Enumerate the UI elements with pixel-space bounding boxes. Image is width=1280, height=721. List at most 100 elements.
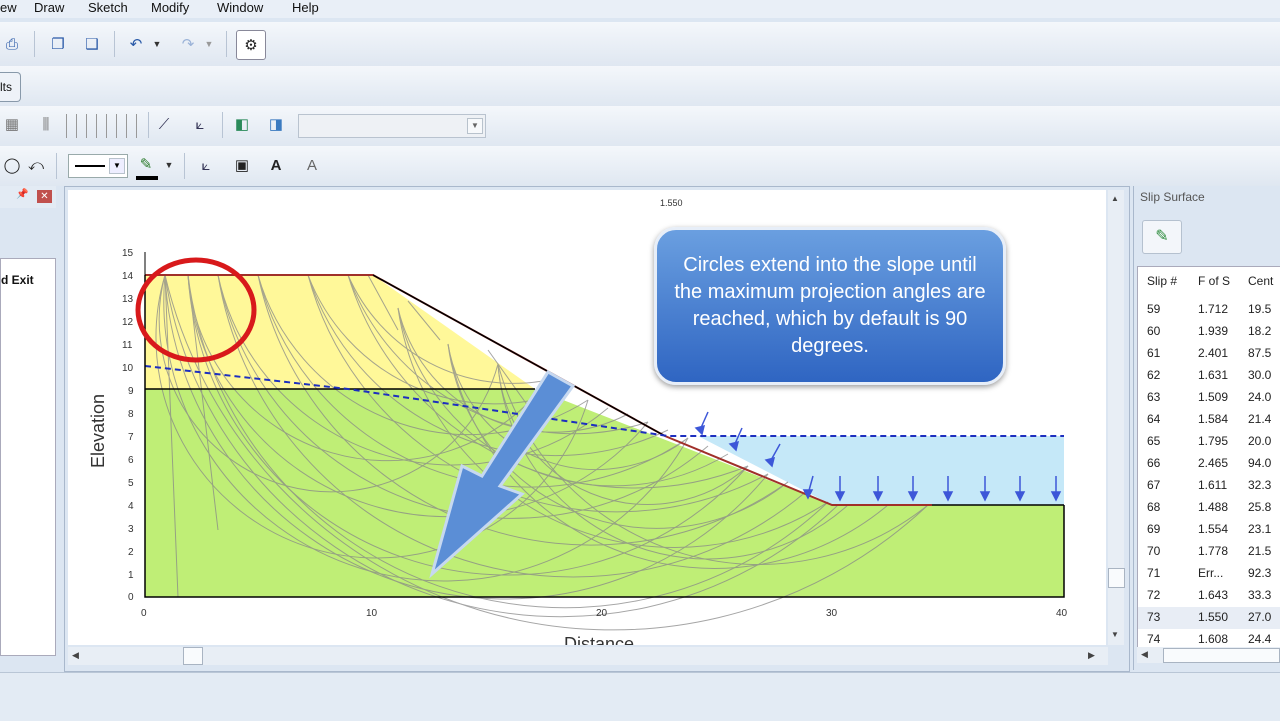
table-row[interactable]: 72 1.643 33.3 — [1138, 585, 1280, 607]
slip-number: 72 — [1147, 588, 1161, 602]
pen-color-icon[interactable]: ✎ — [134, 152, 158, 176]
y-tick: 15 — [122, 248, 134, 259]
factor-of-safety: 2.465 — [1198, 456, 1229, 470]
scroll-up-icon[interactable]: ▲ — [1111, 194, 1119, 203]
y-axis-label: Elevation — [88, 394, 108, 468]
results-button[interactable]: lts — [0, 72, 21, 102]
table-row[interactable]: 59 1.712 19.5 — [1138, 299, 1280, 321]
slip-number: 70 — [1147, 544, 1161, 558]
table-scroll-thumb[interactable] — [1163, 648, 1280, 663]
table-row[interactable]: 69 1.554 23.1 — [1138, 519, 1280, 541]
table-row[interactable]: 67 1.611 32.3 — [1138, 475, 1280, 497]
paste-icon[interactable]: ❑ — [80, 32, 104, 56]
menu-sketch[interactable]: Sketch — [88, 0, 128, 15]
line-style-preview — [75, 165, 105, 167]
slip-number: 73 — [1147, 610, 1161, 624]
center: 18.2 — [1248, 324, 1272, 338]
table-horizontal-scrollbar[interactable]: ◀ — [1137, 647, 1280, 663]
table-row[interactable]: 64 1.584 21.4 — [1138, 409, 1280, 431]
menu-window[interactable]: Window — [217, 0, 263, 15]
arc-icon[interactable]: ⤺ — [24, 153, 48, 177]
table-row[interactable]: 60 1.939 18.2 — [1138, 321, 1280, 343]
vertical-scroll-thumb[interactable] — [1108, 568, 1125, 588]
factor-of-safety: 1.608 — [1198, 632, 1229, 646]
slip-number: 68 — [1147, 500, 1161, 514]
scroll-left-icon[interactable]: ◀ — [1141, 649, 1148, 660]
circle-icon[interactable]: ◯ — [0, 153, 24, 177]
text-icon[interactable]: A — [300, 153, 324, 177]
grid-icon[interactable]: ▦ — [0, 112, 24, 136]
y-tick: 1 — [128, 570, 134, 581]
y-tick: 8 — [128, 409, 134, 420]
left-panel-header: 📌 ✕ — [0, 186, 56, 208]
table-row[interactable]: 65 1.795 20.0 — [1138, 431, 1280, 453]
horizontal-scrollbar[interactable]: ◀ ▶ — [68, 647, 1108, 665]
y-tick: 11 — [122, 340, 133, 351]
table-row-selected[interactable]: 73 1.550 27.0 — [1138, 607, 1280, 629]
left-panel-list: d Exit — [0, 258, 56, 656]
layer-select[interactable]: ▼ — [298, 114, 486, 138]
factor-of-safety: 1.550 — [1198, 610, 1229, 624]
table-row[interactable]: 68 1.488 25.8 — [1138, 497, 1280, 519]
table-row[interactable]: 71 Err... 92.3 — [1138, 563, 1280, 585]
x-tick: 20 — [596, 608, 608, 619]
column-header[interactable]: Cent — [1248, 274, 1273, 288]
slip-number: 65 — [1147, 434, 1161, 448]
redo-icon[interactable]: ↷ — [176, 32, 200, 56]
toolbar-separator — [56, 153, 57, 179]
table-row[interactable]: 61 2.401 87.5 — [1138, 343, 1280, 365]
scroll-right-icon[interactable]: ▶ — [1088, 650, 1095, 661]
menu-help[interactable]: Help — [292, 0, 319, 15]
slip-number: 66 — [1147, 456, 1161, 470]
table-row[interactable]: 66 2.465 94.0 — [1138, 453, 1280, 475]
copy-icon[interactable]: ❐ — [46, 32, 70, 56]
center: 27.0 — [1248, 610, 1272, 624]
pen-color-dropdown-icon[interactable]: ▼ — [162, 153, 176, 177]
table-header: Slip # F of S Cent — [1138, 271, 1280, 293]
center: 30.0 — [1248, 368, 1272, 382]
scroll-down-icon[interactable]: ▼ — [1111, 630, 1119, 639]
print-icon[interactable]: ⎙ — [0, 32, 24, 56]
y-tick: 0 — [128, 592, 134, 603]
pick-slip-icon[interactable]: ✎ — [1142, 220, 1182, 254]
dimension-icon[interactable]: ⟀ — [194, 153, 218, 177]
horizontal-scroll-thumb[interactable] — [183, 647, 203, 665]
menu-modify[interactable]: Modify — [151, 0, 189, 15]
vertical-scrollbar[interactable]: ▲ ▼ — [1108, 190, 1125, 645]
line-style-select[interactable]: ▼ — [68, 154, 128, 178]
undo-icon[interactable]: ↶ — [124, 32, 148, 56]
menu-draw[interactable]: Draw — [34, 0, 64, 15]
redo-dropdown-icon[interactable]: ▼ — [202, 32, 216, 56]
pin-icon[interactable]: 📌 — [16, 189, 28, 200]
slip-number: 62 — [1147, 368, 1161, 382]
callout-icon[interactable]: ▣ — [230, 153, 254, 177]
table-row[interactable]: 62 1.631 30.0 — [1138, 365, 1280, 387]
menu-view[interactable]: ew — [0, 0, 17, 15]
table-row[interactable]: 74 1.608 24.4 — [1138, 629, 1280, 647]
column-header[interactable]: Slip # — [1147, 274, 1177, 288]
undo-dropdown-icon[interactable]: ▼ — [150, 32, 164, 56]
verify-icon[interactable]: ⚙ — [236, 30, 266, 60]
table-row[interactable]: 63 1.509 24.0 — [1138, 387, 1280, 409]
axes-icon[interactable]: ⟋ — [152, 112, 176, 136]
ruler-icon[interactable]: ⫼ — [34, 112, 58, 136]
text-color-icon[interactable]: A — [264, 153, 288, 177]
regions-icon[interactable]: ◨ — [264, 112, 288, 136]
close-icon[interactable]: ✕ — [37, 190, 52, 203]
center: 19.5 — [1248, 302, 1272, 316]
left-panel-item[interactable]: d Exit — [1, 273, 34, 287]
slip-number: 69 — [1147, 522, 1161, 536]
y-tick: 4 — [128, 501, 134, 512]
scroll-left-icon[interactable]: ◀ — [72, 650, 79, 661]
y-tick: 10 — [122, 363, 134, 374]
table-row[interactable]: 70 1.778 21.5 — [1138, 541, 1280, 563]
chevron-down-icon[interactable]: ▼ — [467, 118, 483, 134]
materials-icon[interactable]: ◧ — [230, 112, 254, 136]
y-tick: 12 — [122, 317, 134, 328]
x-axis-label: Distance — [564, 634, 634, 645]
chevron-down-icon[interactable]: ▼ — [109, 158, 125, 174]
view-toolbar: ▦ ⫼ ⟋ ⟀ ◧ ◨ ▼ — [0, 106, 1280, 146]
axes-check-icon[interactable]: ⟀ — [188, 112, 212, 136]
slip-table: Slip # F of S Cent 59 1.712 19.5 60 1.939 18… — [1137, 266, 1280, 648]
column-header[interactable]: F of S — [1198, 274, 1230, 288]
